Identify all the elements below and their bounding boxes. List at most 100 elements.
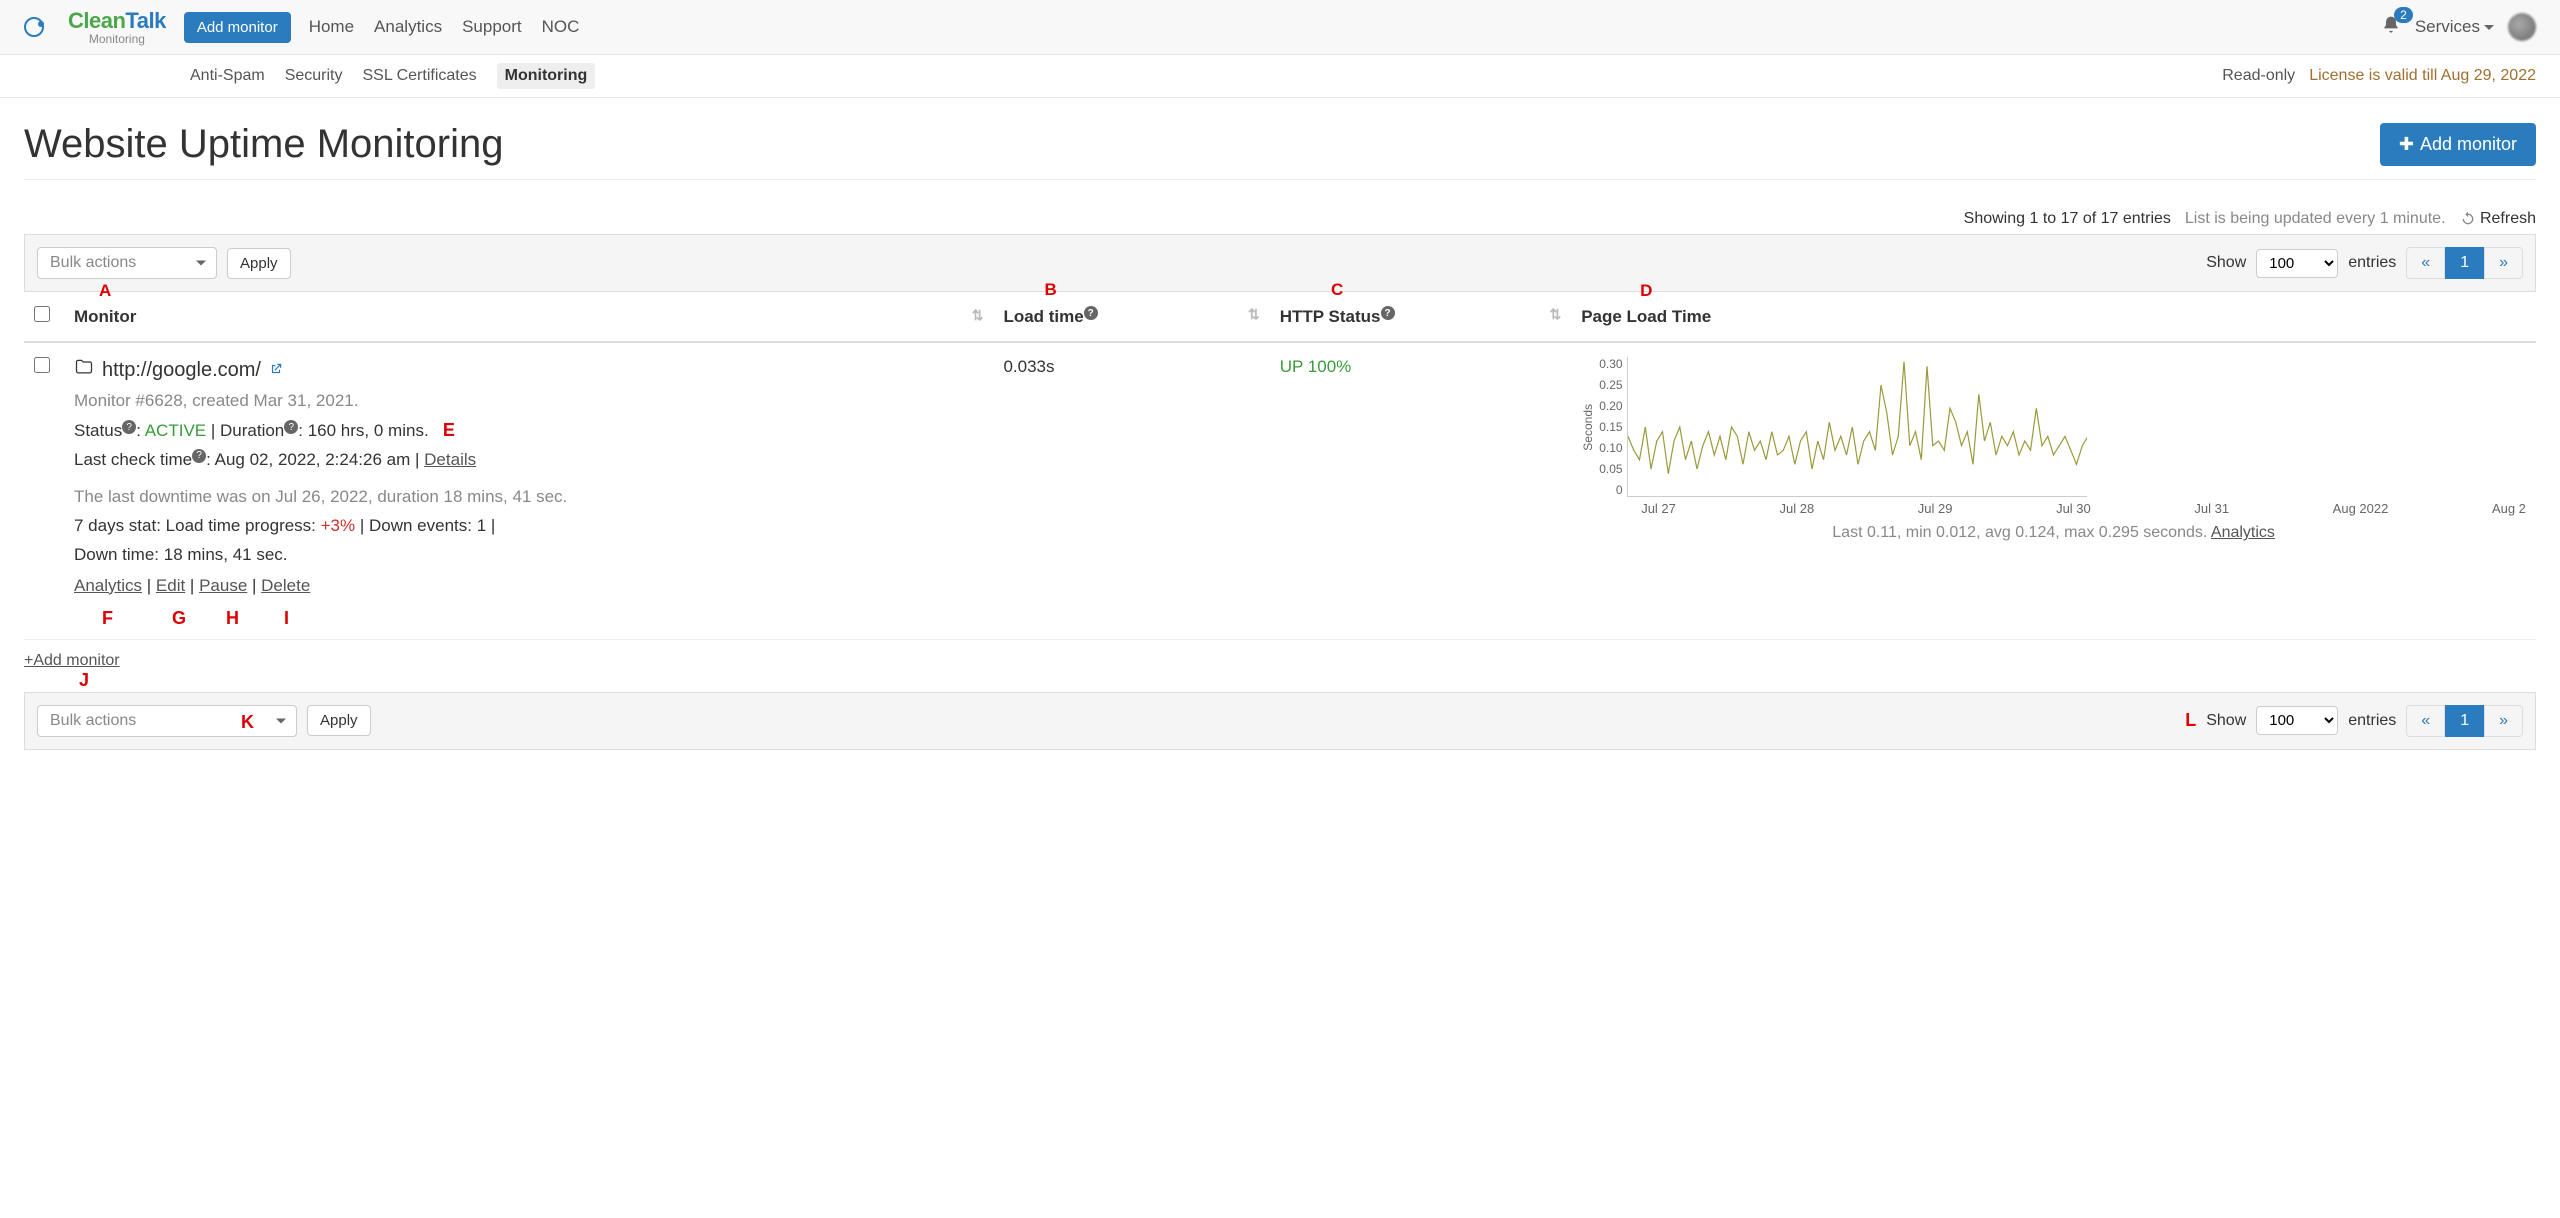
chart-xaxis: Jul 27 Jul 28 Jul 29 Jul 30 Jul 31 Aug 2…: [1581, 501, 2526, 516]
toolbar-top: Bulk actions Apply Show 100 entries « 1 …: [24, 234, 2536, 292]
add-monitor-link[interactable]: +Add monitor: [24, 652, 2536, 670]
chart-ylabel: Seconds: [1581, 404, 1595, 451]
product-tabs: Anti-Spam Security SSL Certificates Moni…: [190, 63, 595, 89]
page-size-select-bottom[interactable]: 100: [2256, 706, 2338, 735]
annotation-h: H: [226, 603, 239, 634]
analytics-link[interactable]: Analytics: [74, 576, 142, 595]
tab-security[interactable]: Security: [285, 63, 343, 89]
avatar[interactable]: [2508, 13, 2536, 41]
page-current[interactable]: 1: [2445, 247, 2484, 279]
pagination-bottom: « 1 »: [2406, 705, 2523, 737]
logo-icon: [24, 17, 44, 37]
downtime-text: The last downtime was on Jul 26, 2022, d…: [74, 483, 983, 512]
delete-link[interactable]: Delete: [261, 576, 310, 595]
bulk-actions-select[interactable]: Bulk actions: [37, 247, 217, 279]
col-load-time[interactable]: Load time: [1003, 307, 1083, 326]
col-monitor[interactable]: Monitor: [74, 307, 136, 326]
page-next-bottom[interactable]: »: [2484, 705, 2523, 737]
col-page-load: Page Load Time: [1581, 307, 1711, 326]
help-icon[interactable]: ?: [1381, 306, 1395, 320]
annotation-e: E: [443, 415, 455, 446]
add-monitor-button[interactable]: Add monitor: [184, 12, 291, 43]
refresh-button[interactable]: Refresh: [2460, 210, 2536, 228]
page-size-select[interactable]: 100: [2256, 249, 2338, 278]
help-icon[interactable]: ?: [122, 420, 136, 434]
services-dropdown[interactable]: Services: [2415, 17, 2494, 37]
chart-caption: Last 0.11, min 0.012, avg 0.124, max 0.2…: [1581, 524, 2526, 542]
col-http-status[interactable]: HTTP Status: [1280, 307, 1381, 326]
chart-analytics-link[interactable]: Analytics: [2211, 524, 2275, 541]
sort-icon: ⇅: [1549, 306, 1561, 323]
plus-icon: ✚: [2399, 134, 2414, 155]
tab-ssl[interactable]: SSL Certificates: [363, 63, 477, 89]
help-icon[interactable]: ?: [284, 420, 298, 434]
chevron-down-icon: [2484, 25, 2494, 30]
top-navbar: CleanTalk Monitoring Add monitor Home An…: [0, 0, 2560, 55]
row-checkbox[interactable]: [34, 357, 50, 373]
monitor-meta: Monitor #6628, created Mar 31, 2021.: [74, 391, 983, 411]
table-row: http://google.com/ Monitor #6628, create…: [24, 342, 2536, 639]
logo-text-green: Clean: [68, 8, 125, 33]
page-current-bottom[interactable]: 1: [2445, 705, 2484, 737]
tab-anti-spam[interactable]: Anti-Spam: [190, 63, 265, 89]
info-row: Showing 1 to 17 of 17 entries List is be…: [24, 210, 2536, 228]
page-header: Website Uptime Monitoring ✚ Add monitor: [24, 122, 2536, 180]
nav-noc[interactable]: NOC: [542, 17, 580, 37]
readonly-label: Read-only: [2222, 67, 2295, 85]
annotation-j: J: [79, 670, 89, 691]
page-next[interactable]: »: [2484, 247, 2523, 279]
nav-home[interactable]: Home: [309, 17, 354, 37]
refresh-icon: [2460, 211, 2476, 227]
tab-monitoring[interactable]: Monitoring: [497, 63, 596, 89]
annotation-f: F: [102, 603, 113, 634]
updating-text: List is being updated every 1 minute.: [2185, 210, 2446, 228]
nav-links: Home Analytics Support NOC: [309, 17, 580, 37]
annotation-i: I: [284, 603, 289, 634]
logo-subtitle: Monitoring: [89, 32, 145, 46]
nav-support[interactable]: Support: [462, 17, 522, 37]
annotation-a: A: [99, 281, 111, 301]
add-monitor-button-main[interactable]: ✚ Add monitor: [2380, 123, 2536, 166]
annotation-b: B: [1044, 280, 1056, 300]
chart-yaxis: 0.30 0.25 0.20 0.15 0.10 0.05 0: [1599, 357, 1626, 497]
folder-icon: [74, 357, 94, 383]
http-status-cell: UP 100%: [1270, 342, 1571, 639]
details-link[interactable]: Details: [424, 450, 476, 469]
pagination: « 1 »: [2406, 247, 2523, 279]
select-all-checkbox[interactable]: [34, 306, 50, 322]
sort-icon: ⇅: [1248, 306, 1260, 323]
notif-badge: 2: [2394, 7, 2413, 23]
notifications-button[interactable]: 2: [2381, 15, 2401, 40]
page-prev[interactable]: «: [2406, 247, 2445, 279]
help-icon[interactable]: ?: [192, 449, 206, 463]
toolbar-bottom: Bulk actions K Apply L Show 100 entries …: [24, 692, 2536, 750]
annotation-d: D: [1640, 281, 1652, 301]
apply-button-bottom[interactable]: Apply: [307, 705, 371, 736]
chevron-down-icon: [276, 718, 286, 723]
page-prev-bottom[interactable]: «: [2406, 705, 2445, 737]
annotation-c: C: [1331, 280, 1343, 300]
sort-icon: ⇅: [972, 307, 984, 324]
bulk-actions-select-bottom[interactable]: Bulk actions K: [37, 705, 297, 737]
show-label: Show: [2206, 254, 2246, 272]
external-link-icon[interactable]: [269, 359, 283, 382]
entries-label: entries: [2348, 254, 2396, 272]
page-title: Website Uptime Monitoring: [24, 122, 503, 167]
showing-text: Showing 1 to 17 of 17 entries: [1964, 210, 2171, 228]
nav-analytics[interactable]: Analytics: [374, 17, 442, 37]
load-time-cell: 0.033s: [993, 342, 1269, 639]
sub-navbar: Anti-Spam Security SSL Certificates Moni…: [0, 55, 2560, 98]
monitors-table: A Monitor ⇅ B Load time? ⇅ C HTTP Status: [24, 292, 2536, 640]
entries-label-bottom: entries: [2348, 712, 2396, 730]
logo[interactable]: CleanTalk Monitoring: [68, 8, 166, 46]
chart-svg: [1627, 357, 2087, 497]
apply-button[interactable]: Apply: [227, 248, 291, 279]
chart: Seconds 0.30 0.25 0.20 0.15 0.10 0.05 0: [1581, 357, 2526, 542]
pause-link[interactable]: Pause: [199, 576, 247, 595]
annotation-l: L: [2185, 710, 2196, 731]
help-icon[interactable]: ?: [1084, 306, 1098, 320]
monitor-url[interactable]: http://google.com/: [102, 359, 261, 382]
status-value: ACTIVE: [145, 421, 206, 440]
edit-link[interactable]: Edit: [156, 576, 185, 595]
license-label: License is valid till Aug 29, 2022: [2309, 67, 2536, 85]
